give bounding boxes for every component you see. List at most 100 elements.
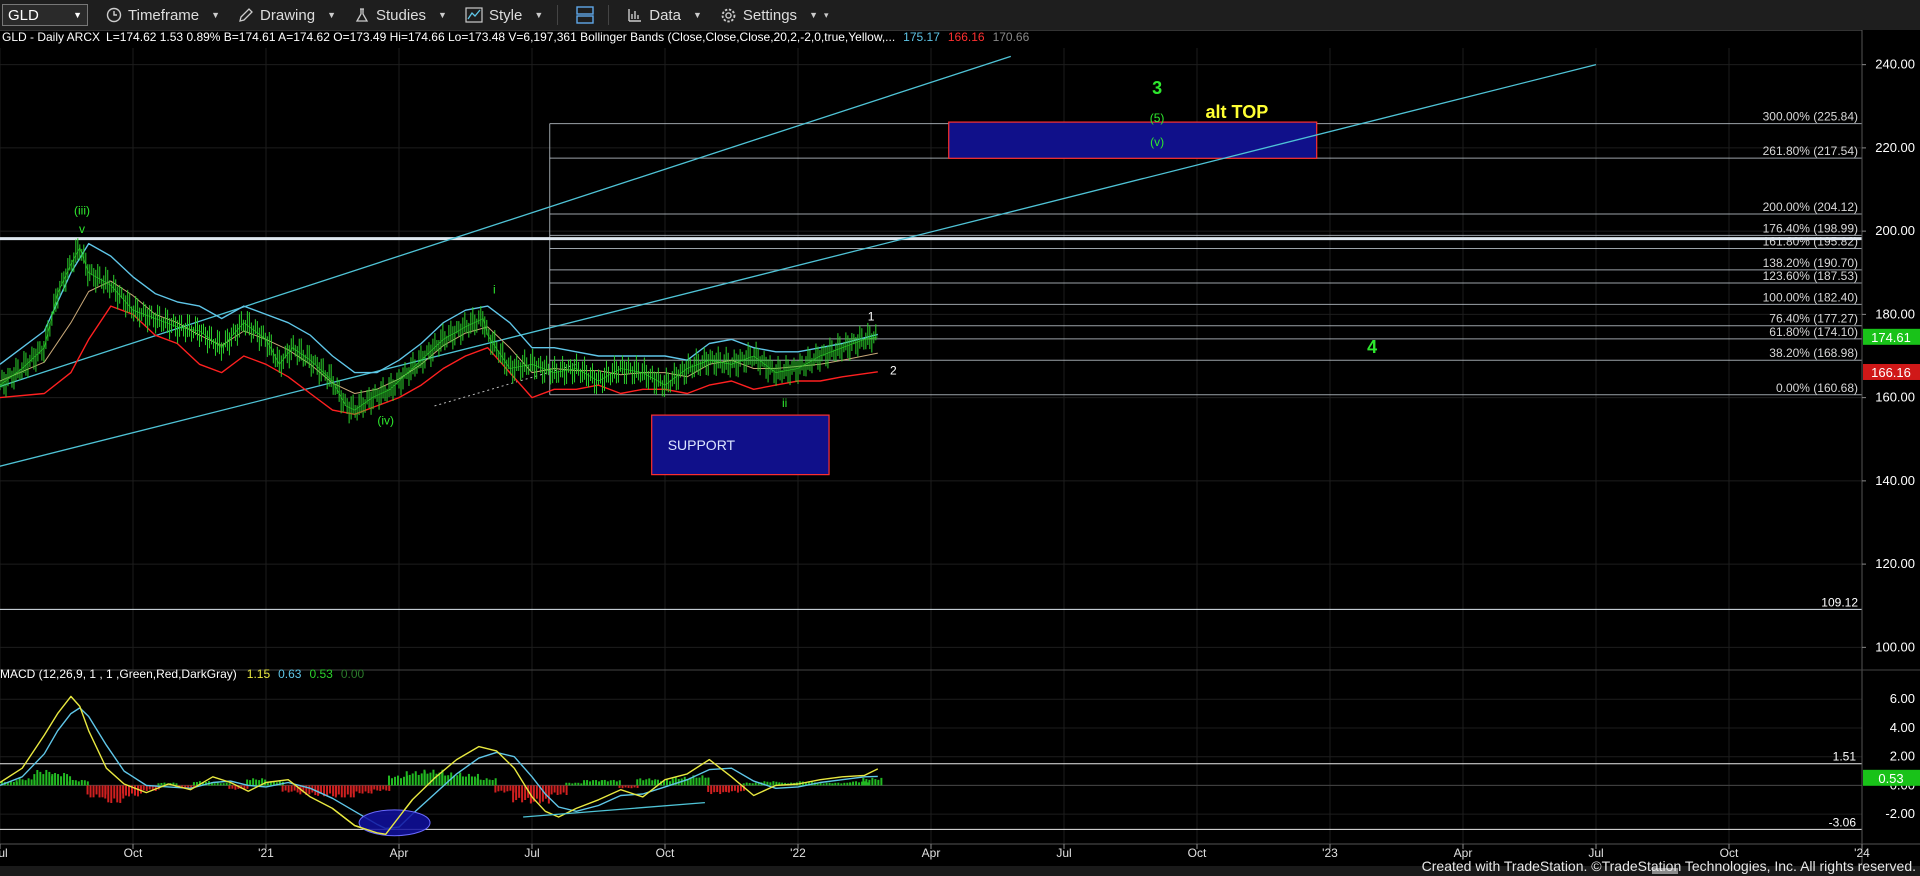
wave-label: 1 [868, 310, 875, 324]
wave-label: (5) [1150, 111, 1165, 125]
symbol-selector[interactable]: GLD ▼ [2, 4, 88, 26]
symbol-text: GLD [8, 6, 39, 24]
macd-level-label: -3.06 [1829, 815, 1857, 829]
wave-label: (iv) [377, 414, 394, 428]
macd-hist-value: 0.53 [309, 667, 333, 681]
x-tick-label: Apr [922, 846, 941, 860]
studies-button[interactable]: Studies ▼ [354, 7, 447, 24]
macd-signal-value: 0.63 [278, 667, 302, 681]
x-tick-label: Jul [0, 846, 8, 860]
chevron-down-icon: ▼ [327, 10, 336, 20]
data-label: Data [649, 6, 681, 24]
y-tick-label: 140.00 [1875, 473, 1915, 488]
timeframe-button[interactable]: Timeframe ▼ [106, 7, 220, 24]
wave-label: 2 [890, 364, 897, 378]
chart-header: GLD - Daily ARCX L=174.62 1.53 0.89% B=17… [2, 30, 1030, 44]
y-tick-label: 200.00 [1875, 223, 1915, 238]
x-tick-label: '23 [1322, 846, 1338, 860]
fib-level-label: 261.80% (217.54) [1763, 144, 1858, 158]
wave-label: ii [782, 396, 787, 410]
macd-value: 1.15 [247, 667, 271, 681]
target-boxes: SUPPORT [651, 121, 1318, 476]
wave-label: 4 [1367, 337, 1377, 357]
bb-lower-value: 166.16 [948, 30, 985, 44]
settings-label: Settings [742, 6, 798, 24]
toolbar-divider [557, 5, 559, 25]
y-tick-label: 120.00 [1875, 556, 1915, 571]
wave-label: alt TOP [1206, 102, 1269, 122]
toolbar-divider [608, 5, 610, 25]
copyright-footer: Created with TradeStation. ©TradeStation… [1421, 858, 1916, 874]
x-tick-label: Oct [656, 846, 675, 860]
bb-mid-value: 170.66 [993, 30, 1030, 44]
fib-level-label: 38.20% (168.98) [1769, 346, 1858, 360]
gear-icon [720, 7, 737, 24]
fib-level-label: 200.00% (204.12) [1763, 200, 1858, 214]
timeframe-label: Timeframe [128, 6, 200, 24]
chart-style-icon [465, 7, 483, 23]
target-box [948, 121, 1318, 159]
bb-upper-value: 175.17 [903, 30, 940, 44]
chevron-down-icon: ▼ [534, 10, 544, 20]
wave-label: v [79, 222, 85, 236]
quote-line: L=174.62 1.53 0.89% B=174.61 A=174.62 O=… [106, 30, 895, 44]
fib-level-label: 138.20% (190.70) [1763, 256, 1858, 270]
data-button[interactable]: Data ▼ [627, 7, 702, 24]
toolbar-overflow-icon[interactable]: ▾ [824, 10, 829, 21]
layout-icon [576, 6, 594, 24]
chevron-down-icon: ▼ [73, 10, 82, 20]
macd-trend-line [523, 802, 705, 818]
x-tick-label: Jul [524, 846, 539, 860]
x-tick-label: Oct [124, 846, 143, 860]
y-tick-label: 220.00 [1875, 140, 1915, 155]
x-tick-label: Jul [1056, 846, 1071, 860]
x-tick-label: Apr [390, 846, 409, 860]
price-series [0, 238, 878, 424]
fib-level-label: 176.40% (198.99) [1763, 221, 1858, 235]
wave-label: i [493, 283, 496, 297]
y-tick-label: 240.00 [1875, 57, 1915, 72]
macd-signal-line [0, 707, 878, 830]
macd-tick-label: -2.00 [1885, 806, 1915, 821]
fib-level-label: 300.00% (225.84) [1763, 110, 1858, 124]
y-tick-label: 100.00 [1875, 639, 1915, 654]
bb-mid-line [0, 280, 878, 394]
clock-icon [106, 7, 122, 23]
macd-tag-label: 0.53 [1878, 771, 1903, 786]
macd-line [0, 695, 879, 835]
fib-level-label: 123.60% (187.53) [1763, 269, 1858, 283]
pencil-icon [238, 7, 254, 23]
price-tag-label: 174.61 [1871, 330, 1911, 345]
flask-icon [354, 7, 370, 23]
studies-label: Studies [376, 6, 427, 24]
grid-lines [0, 48, 1863, 844]
settings-button[interactable]: Settings ▼ [720, 7, 818, 24]
macd-tick-label: 4.00 [1890, 720, 1915, 735]
data-icon [627, 7, 643, 23]
fib-level-label: 61.80% (174.10) [1769, 325, 1858, 339]
y-tick-label: 180.00 [1875, 306, 1915, 321]
drawing-button[interactable]: Drawing ▼ [238, 7, 336, 24]
fib-level-label: 76.40% (177.27) [1769, 312, 1858, 326]
price-tag-label: 166.16 [1871, 365, 1911, 380]
style-button[interactable]: Style ▼ [465, 7, 543, 24]
chart-area[interactable]: 300.00% (225.84) 261.80% (217.54) 200.00% … [0, 30, 1920, 876]
macd-tick-label: 6.00 [1890, 691, 1915, 706]
y-tick-label: 160.00 [1875, 390, 1915, 405]
chart-canvas[interactable]: 300.00% (225.84) 261.80% (217.54) 200.00% … [0, 30, 1920, 876]
box-label: SUPPORT [668, 437, 736, 453]
chevron-down-icon: ▼ [211, 10, 221, 20]
fib-level-label: 0.00% (160.68) [1776, 381, 1858, 395]
horizontal-line-label: 109.12 [1821, 595, 1858, 609]
macd-label: MACD (12,26,9, 1 , 1 ,Green,Red,DarkGray… [0, 667, 237, 681]
layout-button[interactable] [576, 6, 594, 24]
x-tick-label: '21 [258, 846, 274, 860]
x-tick-label: Oct [1188, 846, 1207, 860]
chart-title: GLD - Daily ARCX [2, 30, 100, 44]
macd-zero-value: 0.00 [341, 667, 365, 681]
chevron-down-icon: ▼ [809, 10, 818, 20]
chevron-down-icon: ▼ [438, 10, 447, 20]
toolbar: GLD ▼ Timeframe ▼ Drawing ▼ Studies ▼ St… [0, 0, 1920, 31]
wave-label: (iii) [74, 203, 90, 217]
macd-tick-label: 2.00 [1890, 749, 1915, 764]
